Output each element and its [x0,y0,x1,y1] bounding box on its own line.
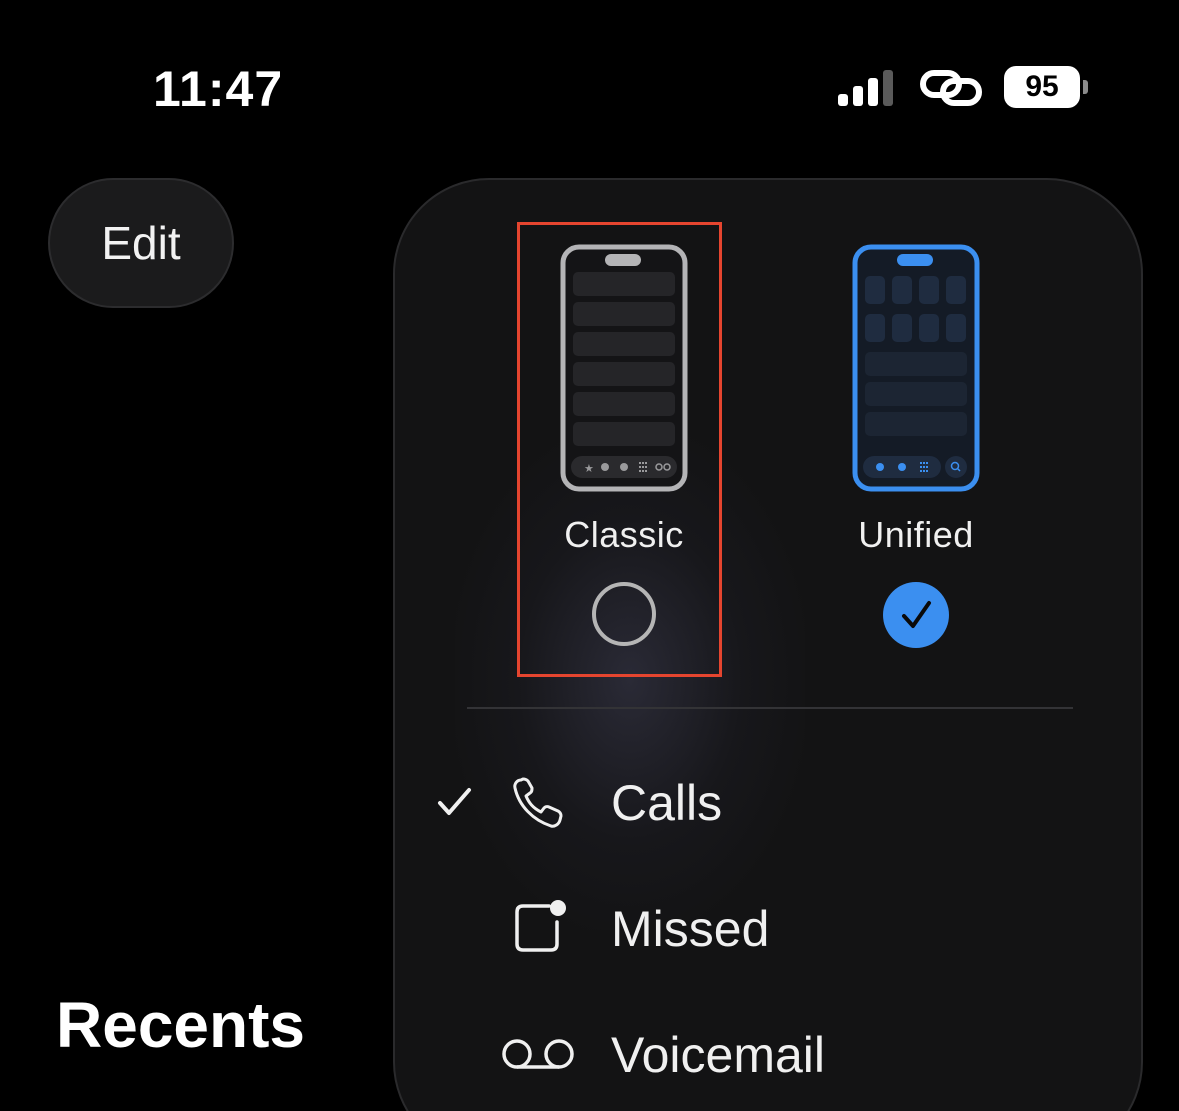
phone-icon [513,777,563,828]
menu-item-missed-label: Missed [611,901,770,957]
classic-layout-preview[interactable]: ★ [560,244,688,492]
link-icon [920,70,982,106]
classic-radio-button[interactable] [592,582,656,646]
cellular-signal-icon [838,70,893,106]
battery-level: 95 [1025,70,1059,103]
battery-tip [1083,80,1088,94]
classic-option-label[interactable]: Classic [524,514,724,556]
checkmark-icon [902,601,931,628]
checkmark-icon [438,788,471,815]
menu-item-calls[interactable]: Calls [395,752,1141,852]
edit-button[interactable]: Edit [48,178,234,308]
unified-layout-preview[interactable] [852,244,980,492]
battery-icon: 95 [1004,66,1088,108]
unified-radio-button[interactable] [883,582,949,648]
menu-item-calls-label: Calls [611,775,723,831]
menu-item-voicemail[interactable]: Voicemail [395,1004,1141,1104]
page-title: Recents [56,989,305,1061]
status-time: 11:47 [153,61,284,117]
layout-menu-panel: ★ Classic Unified Calls Missed Voicemail [393,178,1143,1111]
svg-text:★: ★ [584,462,594,475]
menu-item-missed[interactable]: Missed [395,878,1141,978]
voicemail-icon [502,1039,574,1069]
unified-option-label[interactable]: Unified [816,514,1016,556]
missed-call-icon [515,900,566,952]
menu-item-voicemail-label: Voicemail [611,1027,825,1083]
phone-screen: 11:47 95 Edit Recents ★ Classic Unified … [0,0,1179,1111]
divider [467,707,1073,709]
